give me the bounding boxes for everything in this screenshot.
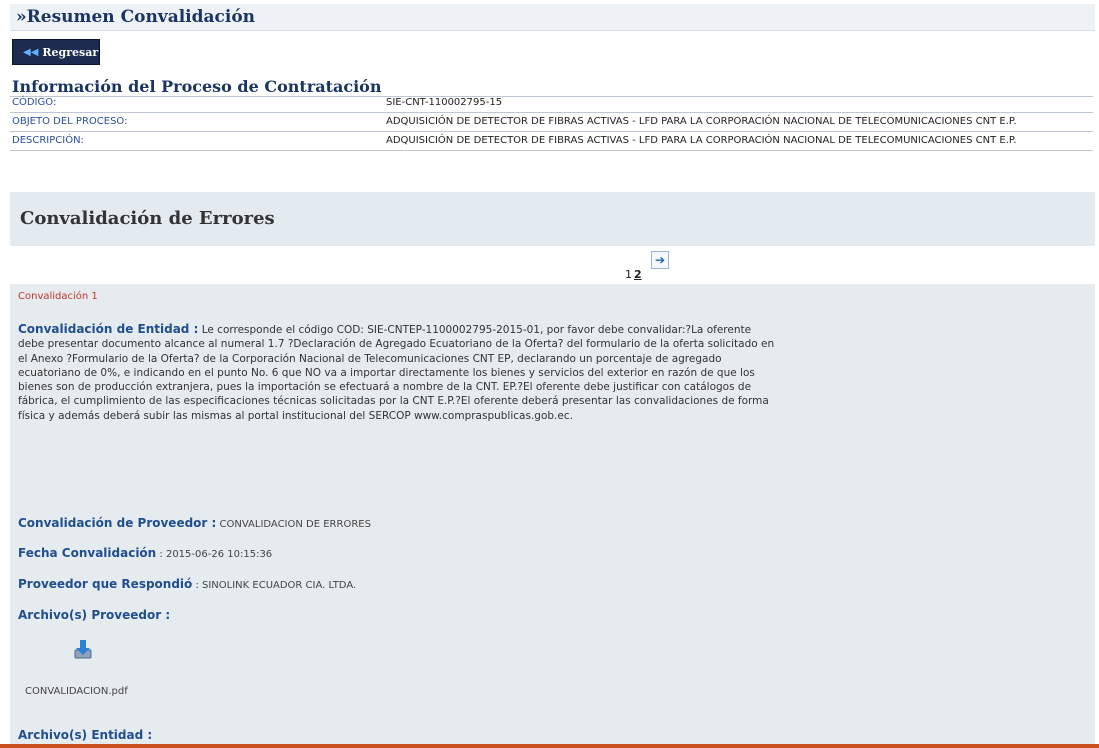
responding-provider: Proveedor que Respondió : SINOLINK ECUAD… [18, 577, 356, 591]
entity-convalidation-text: Le corresponde el código COD: SIE-CNTEP-… [18, 324, 775, 422]
back-arrow-icon: ◀◀ [23, 46, 39, 58]
info-label: CÓDIGO: [12, 97, 57, 108]
page-link-1[interactable]: 1 [625, 268, 632, 281]
info-label: DESCRIPCIÓN: [12, 135, 84, 146]
section-header: Convalidación de Errores [10, 192, 1095, 246]
provider-files-label: Archivo(s) Proveedor : [18, 608, 171, 622]
responding-provider-value: : SINOLINK ECUADOR CIA. LTDA. [192, 580, 357, 591]
file-link[interactable]: CONVALIDACION.pdf [25, 686, 128, 697]
entity-files-label: Archivo(s) Entidad : [18, 728, 153, 742]
entity-convalidation: Convalidación de Entidad : Le correspond… [18, 322, 778, 423]
entity-convalidation-label: Convalidación de Entidad : [18, 322, 199, 336]
divider [10, 150, 1093, 151]
convalidation-date-value: : 2015-06-26 10:15:36 [156, 549, 273, 560]
divider [10, 131, 1093, 132]
convalidation-number: Convalidación 1 [18, 291, 98, 302]
page-title: »Resumen Convalidación [16, 7, 256, 27]
provider-files: Archivo(s) Proveedor : [18, 608, 170, 622]
info-row-object: OBJETO DEL PROCESO: ADQUISICIÓN DE DETEC… [12, 116, 1092, 130]
info-row-code: CÓDIGO: SIE-CNT-110002795-15 [12, 97, 1092, 111]
convalidation-date: Fecha Convalidación : 2015-06-26 10:15:3… [18, 546, 272, 560]
provider-convalidation-value: CONVALIDACION DE ERRORES [216, 519, 371, 530]
back-button[interactable]: ◀◀ Regresar [12, 39, 100, 65]
back-button-label: Regresar [42, 45, 99, 59]
page-link-2[interactable]: 2 [634, 268, 642, 281]
arrow-right-icon: ➔ [654, 253, 666, 267]
entity-files: Archivo(s) Entidad : [18, 728, 152, 742]
info-row-description: DESCRIPCIÓN: ADQUISICIÓN DE DETECTOR DE … [12, 135, 1092, 149]
pagination: 12 [625, 268, 644, 281]
download-icon[interactable] [74, 639, 92, 659]
info-label: OBJETO DEL PROCESO: [12, 116, 128, 127]
info-value: ADQUISICIÓN DE DETECTOR DE FIBRAS ACTIVA… [386, 116, 1017, 127]
provider-convalidation: Convalidación de Proveedor : CONVALIDACI… [18, 516, 371, 530]
info-value: ADQUISICIÓN DE DETECTOR DE FIBRAS ACTIVA… [386, 135, 1017, 146]
next-page-button[interactable]: ➔ [651, 251, 669, 269]
process-info-title: Información del Proceso de Contratación [12, 77, 382, 96]
page-header: »Resumen Convalidación [10, 4, 1095, 31]
section-title: Convalidación de Errores [20, 208, 275, 229]
convalidation-date-label: Fecha Convalidación [18, 546, 157, 560]
bottom-bar [0, 744, 1099, 748]
info-value: SIE-CNT-110002795-15 [386, 97, 503, 108]
provider-convalidation-label: Convalidación de Proveedor : [18, 516, 217, 530]
divider [10, 112, 1093, 113]
convalidation-panel: Convalidación 1 Convalidación de Entidad… [10, 284, 1095, 748]
responding-provider-label: Proveedor que Respondió [18, 577, 193, 591]
